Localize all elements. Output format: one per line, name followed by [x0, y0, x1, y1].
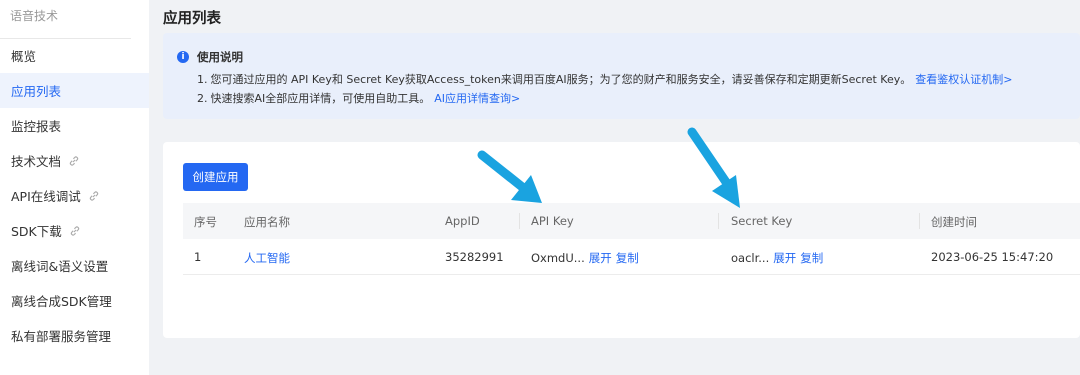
- page-title: 应用列表: [163, 11, 221, 27]
- secret-key-copy-button[interactable]: 复制: [800, 251, 823, 265]
- column-header: AppID: [445, 214, 480, 228]
- app-id: 35282991: [445, 250, 504, 264]
- sidebar: 语音技术 概览 应用列表 监控报表 技术文档 API在线调试 SDK下载 离线词…: [0, 0, 149, 375]
- table-row: 1 人工智能 35282991 OxmdU... 展开 复制 oaclr... 展开复…: [183, 239, 1080, 275]
- secret-key-expand-button[interactable]: 展开: [773, 251, 796, 265]
- api-key-copy-button[interactable]: 复制: [616, 251, 639, 265]
- sidebar-item-api-debug[interactable]: API在线调试: [0, 178, 149, 213]
- column-separator: [519, 213, 520, 229]
- secret-key-value: oaclr...: [731, 251, 770, 265]
- sidebar-item-private-deploy[interactable]: 私有部署服务管理: [0, 318, 149, 353]
- sidebar-item-offline-words[interactable]: 离线词&语义设置: [0, 248, 149, 283]
- app-detail-query-link[interactable]: AI应用详情查询>: [434, 92, 520, 105]
- sidebar-item-docs[interactable]: 技术文档: [0, 143, 149, 178]
- external-link-icon: [68, 155, 80, 167]
- notice-line-text: 快速搜索AI全部应用详情，可使用自助工具。: [210, 92, 431, 105]
- sidebar-item-label: 离线词&语义设置: [11, 259, 109, 274]
- row-index: 1: [194, 250, 202, 264]
- external-link-icon: [69, 225, 81, 237]
- external-link-icon: [88, 190, 100, 202]
- column-header: 序号: [194, 215, 217, 229]
- notice-line-1: 1. 您可通过应用的 API Key和 Secret Key获取Access_to…: [197, 71, 1012, 87]
- auth-mechanism-link[interactable]: 查看鉴权认证机制>: [915, 73, 1012, 86]
- sidebar-item-label: 概览: [11, 49, 37, 64]
- sidebar-item-label: 技术文档: [11, 154, 62, 169]
- table-header: 序号 应用名称 AppID API Key Secret Key 创建时间: [183, 203, 1080, 239]
- app-list-card: 创建应用 序号 应用名称 AppID API Key Secret Key 创建…: [163, 142, 1080, 338]
- column-header: 创建时间: [931, 215, 977, 229]
- notice-title: 使用说明: [197, 50, 243, 64]
- secret-key-cell: oaclr... 展开 复制: [731, 250, 823, 266]
- sidebar-item-app-list[interactable]: 应用列表: [0, 73, 149, 108]
- column-separator: [718, 213, 719, 229]
- notice-line-number: 2.: [197, 92, 208, 105]
- sidebar-item-sdk-download[interactable]: SDK下载: [0, 213, 149, 248]
- column-header: API Key: [531, 214, 574, 228]
- sidebar-item-label: 离线合成SDK管理: [11, 294, 112, 309]
- notice-line-number: 1.: [197, 73, 208, 86]
- sidebar-header: 语音技术: [10, 9, 59, 23]
- app-name-link[interactable]: 人工智能: [244, 250, 290, 266]
- info-icon: i: [177, 51, 189, 63]
- column-header: Secret Key: [731, 214, 793, 228]
- sidebar-item-label: SDK下载: [11, 224, 62, 239]
- sidebar-item-monitoring[interactable]: 监控报表: [0, 108, 149, 143]
- notice-line-2: 2. 快速搜索AI全部应用详情，可使用自助工具。 AI应用详情查询>: [197, 90, 520, 106]
- column-header: 应用名称: [244, 215, 290, 229]
- api-key-value: OxmdU...: [531, 251, 585, 265]
- sidebar-item-label: 私有部署服务管理: [11, 329, 112, 344]
- sidebar-item-label: API在线调试: [11, 189, 81, 204]
- api-key-expand-button[interactable]: 展开: [589, 251, 612, 265]
- sidebar-item-overview[interactable]: 概览: [0, 38, 149, 73]
- created-time: 2023-06-25 15:47:20: [931, 250, 1054, 264]
- column-separator: [919, 213, 920, 229]
- api-key-cell: OxmdU... 展开 复制: [531, 250, 639, 266]
- usage-notice: i 使用说明 1. 您可通过应用的 API Key和 Secret Key获取Ac…: [163, 33, 1080, 119]
- sidebar-item-offline-sdk[interactable]: 离线合成SDK管理: [0, 283, 149, 318]
- sidebar-item-label: 应用列表: [11, 84, 62, 99]
- create-app-button[interactable]: 创建应用: [183, 163, 248, 191]
- notice-line-text: 您可通过应用的 API Key和 Secret Key获取Access_toke…: [210, 73, 912, 86]
- sidebar-item-label: 监控报表: [11, 119, 62, 134]
